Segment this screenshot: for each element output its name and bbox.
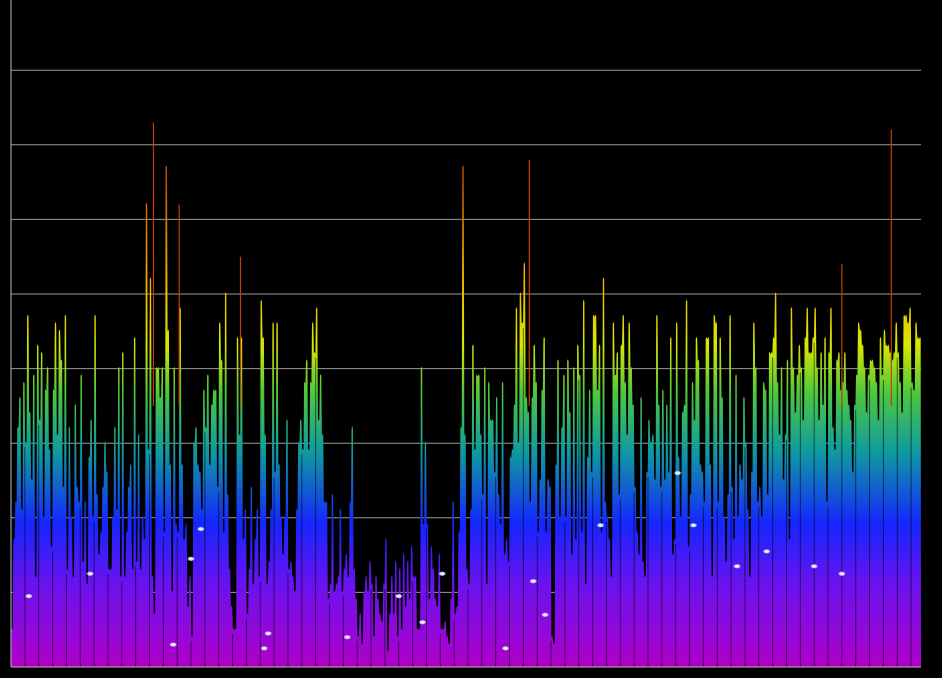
peak-marker [762,548,771,554]
peak-marker [596,522,605,528]
peak-marker [24,593,33,599]
peak-marker [689,522,698,528]
peak-marker [394,593,403,599]
peak-marker [343,634,352,640]
peak-marker [837,571,846,577]
peak-marker [418,619,427,625]
peak-marker [541,612,550,618]
chart-container [0,0,942,678]
peak-marker [187,556,196,562]
peak-marker [501,645,510,651]
peak-marker [810,563,819,569]
area-chart [0,0,942,678]
peak-marker [260,645,269,651]
peak-marker [733,563,742,569]
peak-marker [438,571,447,577]
peak-marker [529,578,538,584]
peak-marker [86,571,95,577]
peak-marker [673,470,682,476]
peak-marker [169,642,178,648]
peak-marker [196,526,205,532]
peak-marker [264,630,273,636]
